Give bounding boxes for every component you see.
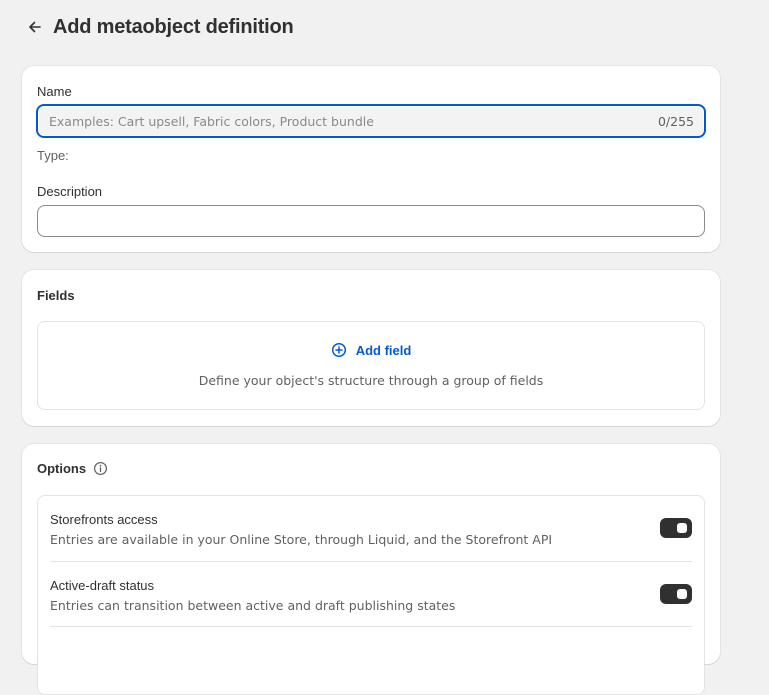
name-field-wrapper: 0/255 (36, 104, 706, 138)
fields-empty-state: Add field Define your object's structure… (37, 321, 705, 410)
options-card: Options Storefronts access Entries are a… (22, 444, 720, 695)
option-description: Entries can transition between active an… (50, 598, 456, 613)
type-label: Type: (37, 148, 69, 163)
option-title: Storefronts access (50, 512, 158, 527)
description-input[interactable] (37, 205, 705, 237)
arrow-left-icon (29, 21, 41, 33)
fields-title: Fields (37, 288, 75, 303)
option-title: Active-draft status (50, 578, 155, 593)
add-field-label: Add field (355, 342, 412, 358)
options-list: Storefronts access Entries are available… (37, 495, 705, 695)
page-header: Add metaobject definition (22, 12, 294, 42)
name-label: Name (37, 84, 72, 99)
option-active-draft-status: Active-draft status Entries can transiti… (50, 561, 692, 626)
options-title: Options (37, 461, 87, 476)
character-counter: 0/255 (657, 113, 694, 129)
options-header: Options (37, 461, 108, 476)
name-card: Name 0/255 Type: Description (22, 66, 720, 252)
fields-card: Fields Add field Define your object's st… (22, 270, 720, 426)
back-button[interactable] (22, 14, 48, 40)
name-input[interactable] (49, 113, 658, 129)
page-title: Add metaobject definition (53, 15, 294, 38)
option-description: Entries are available in your Online Sto… (50, 532, 553, 547)
plus-circle-icon (331, 342, 346, 358)
active-draft-status-toggle[interactable] (660, 584, 692, 604)
description-label: Description (37, 184, 103, 199)
info-icon[interactable] (93, 461, 108, 476)
storefronts-access-toggle[interactable] (660, 518, 692, 538)
option-storefronts-access: Storefronts access Entries are available… (50, 496, 692, 561)
add-field-button[interactable]: Add field (38, 342, 704, 358)
fields-help-text: Define your object's structure through a… (198, 373, 544, 388)
